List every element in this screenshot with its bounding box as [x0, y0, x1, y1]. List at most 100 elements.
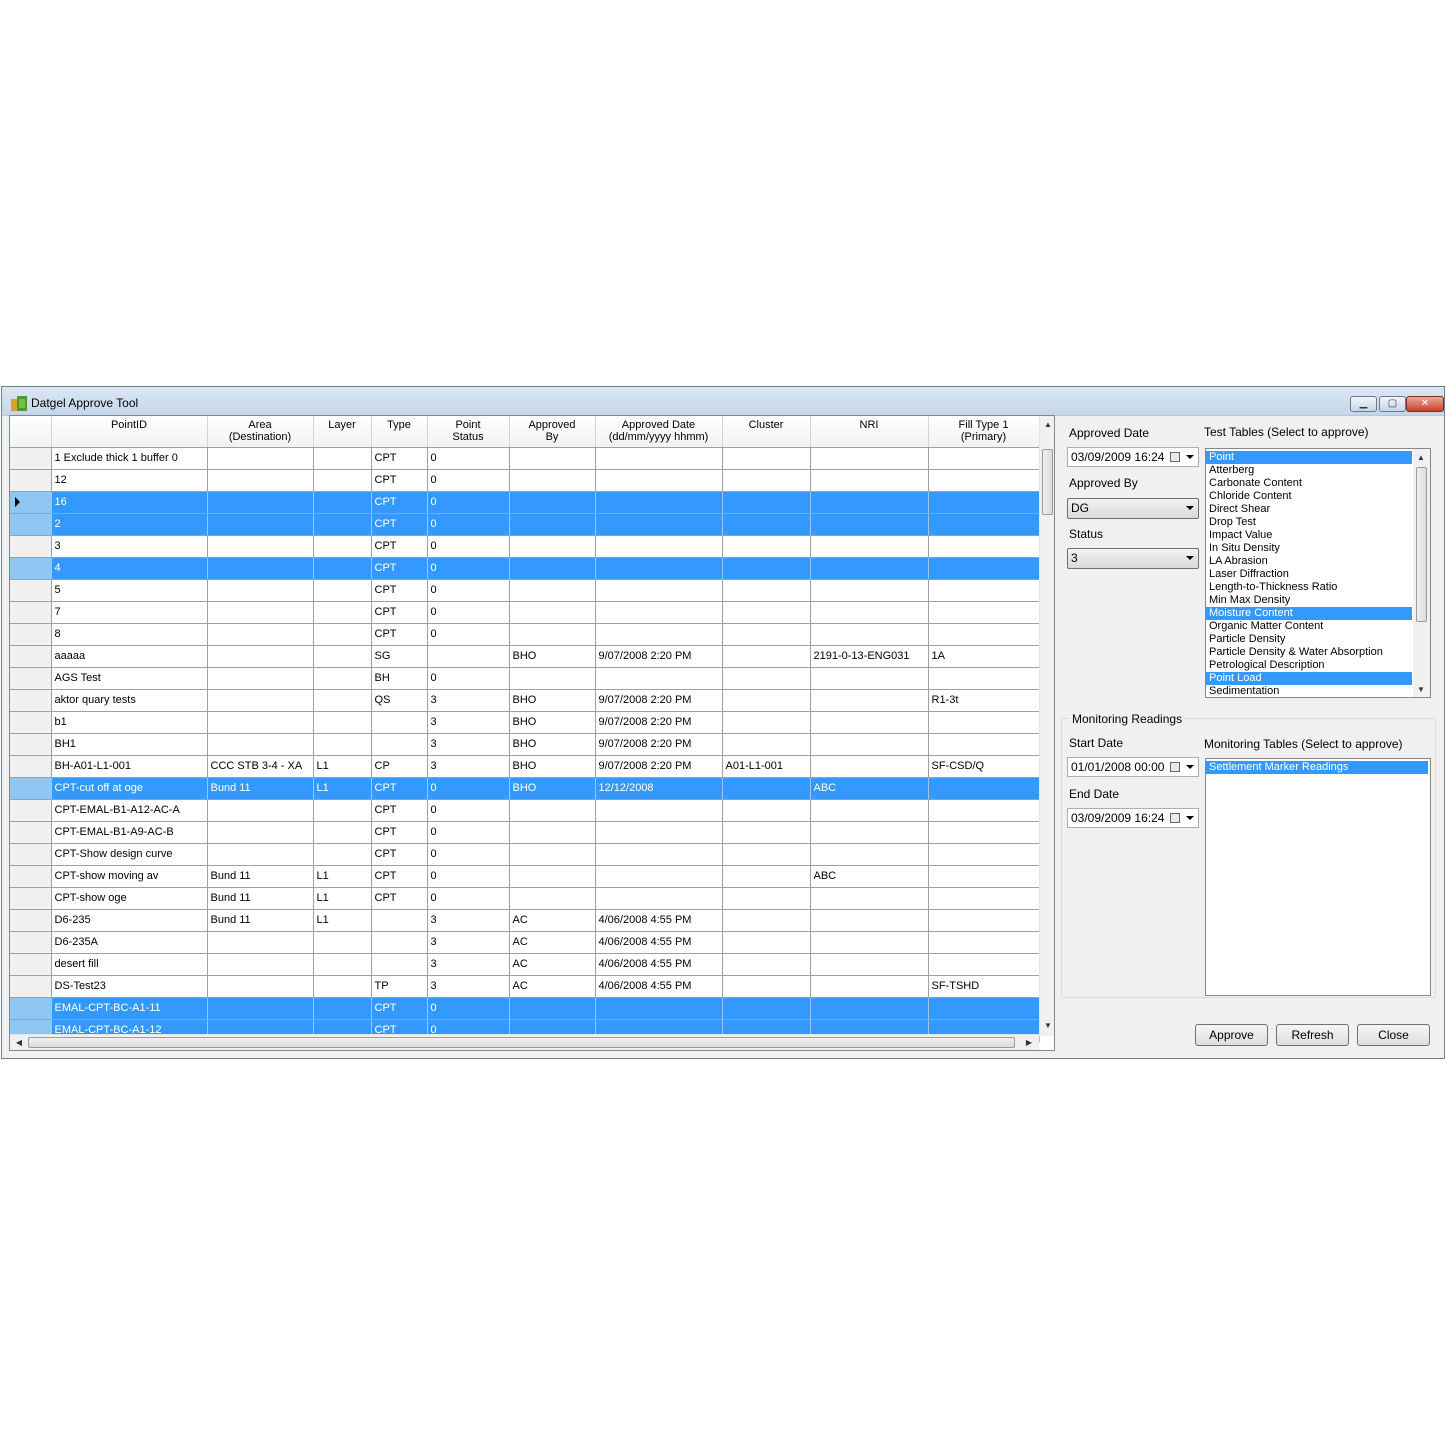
table-cell[interactable] [810, 821, 929, 844]
table-row[interactable]: 8 CPT 0 [10, 623, 1040, 646]
table-cell[interactable]: CPT-show oge [51, 887, 208, 910]
table-row[interactable]: D6-235 Bund 11 L1 3 AC 4/06/2008 4:55 PM [10, 909, 1040, 932]
table-cell[interactable] [810, 667, 929, 690]
table-cell[interactable] [595, 865, 723, 888]
column-header[interactable]: Approved Date (dd/mm/yyyy hhmm) [595, 416, 723, 448]
table-cell[interactable] [313, 821, 372, 844]
vertical-scroll-thumb[interactable] [1042, 449, 1053, 515]
table-cell[interactable]: CPT-Show design curve [51, 843, 208, 866]
table-cell[interactable] [722, 799, 811, 822]
table-row[interactable]: 3 CPT 0 [10, 535, 1040, 558]
row-header[interactable] [10, 821, 52, 844]
table-cell[interactable] [722, 447, 811, 470]
table-cell[interactable] [722, 689, 811, 712]
table-cell[interactable] [207, 997, 314, 1020]
scroll-up-icon[interactable]: ▲ [1041, 420, 1054, 429]
table-cell[interactable]: 0 [427, 865, 510, 888]
table-cell[interactable]: BH [371, 667, 428, 690]
table-cell[interactable] [928, 865, 1040, 888]
table-cell[interactable]: 12/12/2008 [595, 777, 723, 800]
table-cell[interactable] [928, 667, 1040, 690]
table-cell[interactable]: AC [509, 909, 596, 932]
table-cell[interactable] [810, 579, 929, 602]
table-cell[interactable] [313, 601, 372, 624]
table-cell[interactable] [928, 997, 1040, 1020]
column-header[interactable]: Layer [313, 416, 372, 448]
table-cell[interactable]: 12 [51, 469, 208, 492]
table-cell[interactable] [207, 491, 314, 514]
table-cell[interactable]: AGS Test [51, 667, 208, 690]
table-cell[interactable]: 4/06/2008 4:55 PM [595, 909, 723, 932]
table-cell[interactable] [722, 491, 811, 514]
list-item[interactable]: Carbonate Content [1206, 477, 1412, 490]
grid-vertical-scrollbar[interactable]: ▲ ▼ [1039, 416, 1054, 1036]
calendar-icon[interactable] [1170, 452, 1180, 462]
table-cell[interactable] [509, 821, 596, 844]
table-cell[interactable] [509, 887, 596, 910]
table-row[interactable]: 12 CPT 0 [10, 469, 1040, 492]
table-cell[interactable] [595, 579, 723, 602]
grid-horizontal-scrollbar[interactable]: ◀ ▶ [10, 1034, 1039, 1050]
table-cell[interactable]: QS [371, 689, 428, 712]
table-row[interactable]: 5 CPT 0 [10, 579, 1040, 602]
scroll-left-icon[interactable]: ◀ [12, 1038, 26, 1047]
list-item[interactable]: Point Load [1206, 672, 1412, 685]
table-cell[interactable] [509, 447, 596, 470]
scroll-down-icon[interactable]: ▼ [1414, 685, 1428, 694]
list-item[interactable]: Petrological Description [1206, 659, 1412, 672]
table-cell[interactable] [722, 887, 811, 910]
chevron-down-icon[interactable] [1186, 816, 1194, 820]
table-cell[interactable]: 9/07/2008 2:20 PM [595, 733, 723, 756]
row-header[interactable] [10, 557, 52, 580]
table-cell[interactable] [810, 557, 929, 580]
table-cell[interactable] [595, 799, 723, 822]
table-cell[interactable] [810, 755, 929, 778]
table-row[interactable]: 1 Exclude thick 1 buffer 0 CPT 0 [10, 447, 1040, 470]
table-cell[interactable]: 3 [427, 931, 510, 954]
table-cell[interactable]: D6-235A [51, 931, 208, 954]
table-cell[interactable]: BHO [509, 777, 596, 800]
table-cell[interactable]: CPT [371, 887, 428, 910]
table-cell[interactable] [928, 777, 1040, 800]
table-cell[interactable]: 1A [928, 645, 1040, 668]
table-cell[interactable] [509, 667, 596, 690]
table-cell[interactable] [509, 469, 596, 492]
table-cell[interactable] [928, 601, 1040, 624]
table-cell[interactable] [722, 645, 811, 668]
table-cell[interactable] [207, 689, 314, 712]
list-item[interactable]: Impact Value [1206, 529, 1412, 542]
table-cell[interactable] [313, 667, 372, 690]
table-cell[interactable] [928, 843, 1040, 866]
table-cell[interactable]: CPT [371, 799, 428, 822]
list-item[interactable]: Point [1206, 451, 1412, 464]
table-cell[interactable] [595, 557, 723, 580]
table-cell[interactable] [928, 513, 1040, 536]
table-cell[interactable] [313, 535, 372, 558]
column-header[interactable]: Approved By [509, 416, 596, 448]
table-cell[interactable] [207, 469, 314, 492]
table-cell[interactable] [722, 557, 811, 580]
table-cell[interactable]: L1 [313, 865, 372, 888]
chevron-down-icon[interactable] [1186, 506, 1194, 510]
table-cell[interactable]: 9/07/2008 2:20 PM [595, 689, 723, 712]
table-cell[interactable] [810, 733, 929, 756]
table-cell[interactable] [509, 513, 596, 536]
table-row[interactable]: EMAL-CPT-BC-A1-11 CPT 0 [10, 997, 1040, 1020]
table-cell[interactable] [928, 909, 1040, 932]
table-cell[interactable] [509, 997, 596, 1020]
table-cell[interactable] [509, 557, 596, 580]
start-date-picker[interactable]: 01/01/2008 00:00 [1067, 757, 1199, 777]
table-row[interactable]: CPT-Show design curve CPT 0 [10, 843, 1040, 866]
table-cell[interactable]: desert fill [51, 953, 208, 976]
table-cell[interactable] [928, 623, 1040, 646]
table-cell[interactable] [722, 843, 811, 866]
table-cell[interactable]: CPT-EMAL-B1-A9-AC-B [51, 821, 208, 844]
close-window-button[interactable]: ✕ [1406, 396, 1444, 412]
table-cell[interactable] [928, 733, 1040, 756]
table-cell[interactable] [928, 535, 1040, 558]
row-header[interactable] [10, 447, 52, 470]
table-row[interactable]: 7 CPT 0 [10, 601, 1040, 624]
table-cell[interactable] [509, 843, 596, 866]
table-cell[interactable]: 0 [427, 799, 510, 822]
approve-button[interactable]: Approve [1195, 1024, 1268, 1046]
